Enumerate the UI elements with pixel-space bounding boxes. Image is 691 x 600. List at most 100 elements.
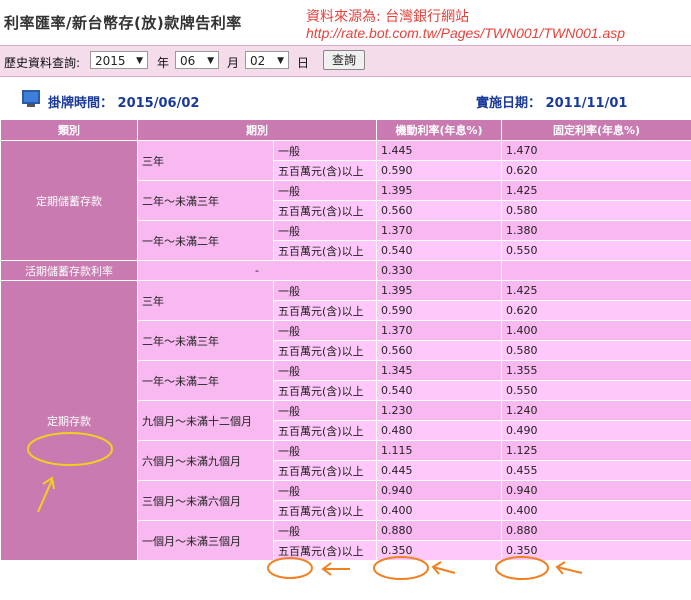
floating-rate-cell: 0.560 (376, 200, 502, 221)
month-select[interactable]: 06 ▼ (175, 51, 219, 69)
floating-rate-cell: 0.330 (376, 260, 502, 281)
chevron-down-icon: ▼ (136, 56, 143, 66)
month-unit: 月 (227, 56, 240, 70)
category-label: 定期儲蓄存款 (36, 194, 102, 208)
year-unit: 年 (157, 56, 170, 70)
fixed-rate-cell: 1.125 (501, 440, 691, 461)
floating-rate-cell: 1.345 (376, 360, 502, 381)
demand-section: 活期儲蓄存款利率 - 0.330 (0, 260, 691, 281)
floating-rate-cell: 0.400 (376, 500, 502, 521)
term-cell: 一年～未滿二年 (137, 220, 274, 261)
floating-rate-cell: 0.940 (376, 480, 502, 501)
column-header-category: 類別 (0, 119, 138, 141)
category-cell: 定期存款 (0, 280, 138, 561)
term-cell: 三年 (137, 140, 274, 181)
subterm-cell: 一般 (273, 140, 377, 161)
table-row: 活期儲蓄存款利率 - 0.330 (0, 260, 691, 281)
history-query-label: 歷史資料查詢: (4, 56, 81, 70)
term-cell: 三個月～未滿六個月 (137, 480, 274, 521)
subterm-cell: 一般 (273, 520, 377, 541)
term-cell: 二年～未滿三年 (137, 320, 274, 361)
fixed-rate-cell: 1.425 (501, 180, 691, 201)
floating-rate-cell: 1.230 (376, 400, 502, 421)
fixed-rate-cell: 0.550 (501, 380, 691, 401)
table-row: 定期儲蓄存款 三年 一般 1.445 1.470 (0, 140, 691, 261)
floating-rate-cell: 0.540 (376, 380, 502, 401)
fixed-rate-cell: 1.240 (501, 400, 691, 421)
page-title: 利率匯率/新台幣存(放)款牌告利率 (4, 14, 242, 32)
source-url: http://rate.bot.com.tw/Pages/TWN001/TWN0… (306, 25, 626, 41)
fixed-rate-cell: 0.580 (501, 340, 691, 361)
column-header-term: 期別 (137, 119, 377, 141)
subterm-cell: 一般 (273, 320, 377, 341)
subterm-cell: 一般 (273, 180, 377, 201)
fixed-rate-cell: 0.490 (501, 420, 691, 441)
effective-date-label: 實施日期： (476, 96, 542, 111)
source-note: 資料來源為: 台灣銀行網站 (306, 9, 470, 25)
posted-time: 掛牌時間： 2015/06/02 (48, 92, 199, 111)
monitor-icon (22, 90, 40, 107)
floating-rate-cell: 0.540 (376, 240, 502, 261)
subterm-cell: 五百萬元(含)以上 (273, 200, 377, 221)
subterm-cell: 五百萬元(含)以上 (273, 340, 377, 361)
term-cell: 三年 (137, 280, 274, 321)
fixed-rate-cell: 0.620 (501, 160, 691, 181)
arrow-icon (321, 562, 350, 576)
floating-rate-cell: 1.115 (376, 440, 502, 461)
floating-rate-cell: 0.560 (376, 340, 502, 361)
subterm-cell: 一般 (273, 400, 377, 421)
month-select-value: 06 (180, 54, 196, 68)
subterm-cell: 五百萬元(含)以上 (273, 300, 377, 321)
category-label: 定期存款 (47, 414, 91, 428)
fixed-rate-cell: 0.940 (501, 480, 691, 501)
floating-rate-cell: 1.370 (376, 320, 502, 341)
term-cell: 二年～未滿三年 (137, 180, 274, 221)
subterm-cell: 五百萬元(含)以上 (273, 380, 377, 401)
chevron-down-icon: ▼ (207, 56, 214, 66)
subterm-cell: 五百萬元(含)以上 (273, 240, 377, 261)
day-select[interactable]: 02 ▼ (245, 51, 289, 69)
floating-rate-cell: 1.370 (376, 220, 502, 241)
category-cell: 活期儲蓄存款利率 (0, 260, 138, 281)
arrow-icon (431, 561, 456, 575)
subterm-cell: 一般 (273, 480, 377, 501)
term-cell: 一個月～未滿三個月 (137, 520, 274, 561)
query-submit-button[interactable]: 查詢 (323, 50, 365, 70)
effective-date: 實施日期： 2011/11/01 (476, 92, 627, 111)
floating-rate-cell: 1.395 (376, 180, 502, 201)
fixed-rate-cell: 1.425 (501, 280, 691, 301)
fixed-rate-cell: 0.550 (501, 240, 691, 261)
time-deposit-section: 定期存款 三年 一般 1.395 1.425 五百萬元(含)以上 0.590 0.620 二年～… (0, 280, 691, 561)
subterm-cell: 五百萬元(含)以上 (273, 500, 377, 521)
table-row: 定期存款 三年 一般 1.395 1.425 (0, 280, 691, 561)
fixed-rate-cell (501, 260, 691, 281)
year-select[interactable]: 2015 ▼ (90, 51, 148, 69)
term-cell: - (137, 260, 377, 281)
floating-rate-cell: 0.880 (376, 520, 502, 541)
posted-time-value: 2015/06/02 (117, 96, 200, 111)
fixed-rate-cell: 1.380 (501, 220, 691, 241)
subterm-cell: 五百萬元(含)以上 (273, 160, 377, 181)
page-header: 利率匯率/新台幣存(放)款牌告利率 資料來源為: 台灣銀行網站 http://r… (0, 0, 691, 44)
floating-rate-cell: 0.590 (376, 300, 502, 321)
fixed-rate-cell: 1.470 (501, 140, 691, 161)
subterm-cell: 一般 (273, 440, 377, 461)
fixed-rate-cell: 1.400 (501, 320, 691, 341)
subterm-cell: 一般 (273, 360, 377, 381)
savings-section: 定期儲蓄存款 三年 一般 1.445 1.470 五百萬元(含)以上 0.590 0.620 二… (0, 140, 691, 261)
effective-date-value: 2011/11/01 (545, 96, 628, 111)
fixed-rate-cell: 0.400 (501, 500, 691, 521)
floating-rate-cell: 0.480 (376, 420, 502, 441)
fixed-rate-cell: 0.350 (501, 540, 691, 561)
term-cell: 一年～未滿二年 (137, 360, 274, 401)
category-cell: 定期儲蓄存款 (0, 140, 138, 261)
history-query-bar: 歷史資料查詢: 2015 ▼ 年 06 ▼ 月 02 ▼ 日 查詢 (0, 45, 691, 77)
floating-rate-cell: 0.445 (376, 460, 502, 481)
fixed-rate-cell: 0.620 (501, 300, 691, 321)
term-cell: 六個月～未滿九個月 (137, 440, 274, 481)
subterm-cell: 五百萬元(含)以上 (273, 460, 377, 481)
term-cell: 九個月～未滿十二個月 (137, 400, 274, 441)
subterm-cell: 一般 (273, 220, 377, 241)
column-header-fixed-rate: 固定利率(年息%) (501, 119, 691, 141)
subterm-cell: 一般 (273, 280, 377, 301)
